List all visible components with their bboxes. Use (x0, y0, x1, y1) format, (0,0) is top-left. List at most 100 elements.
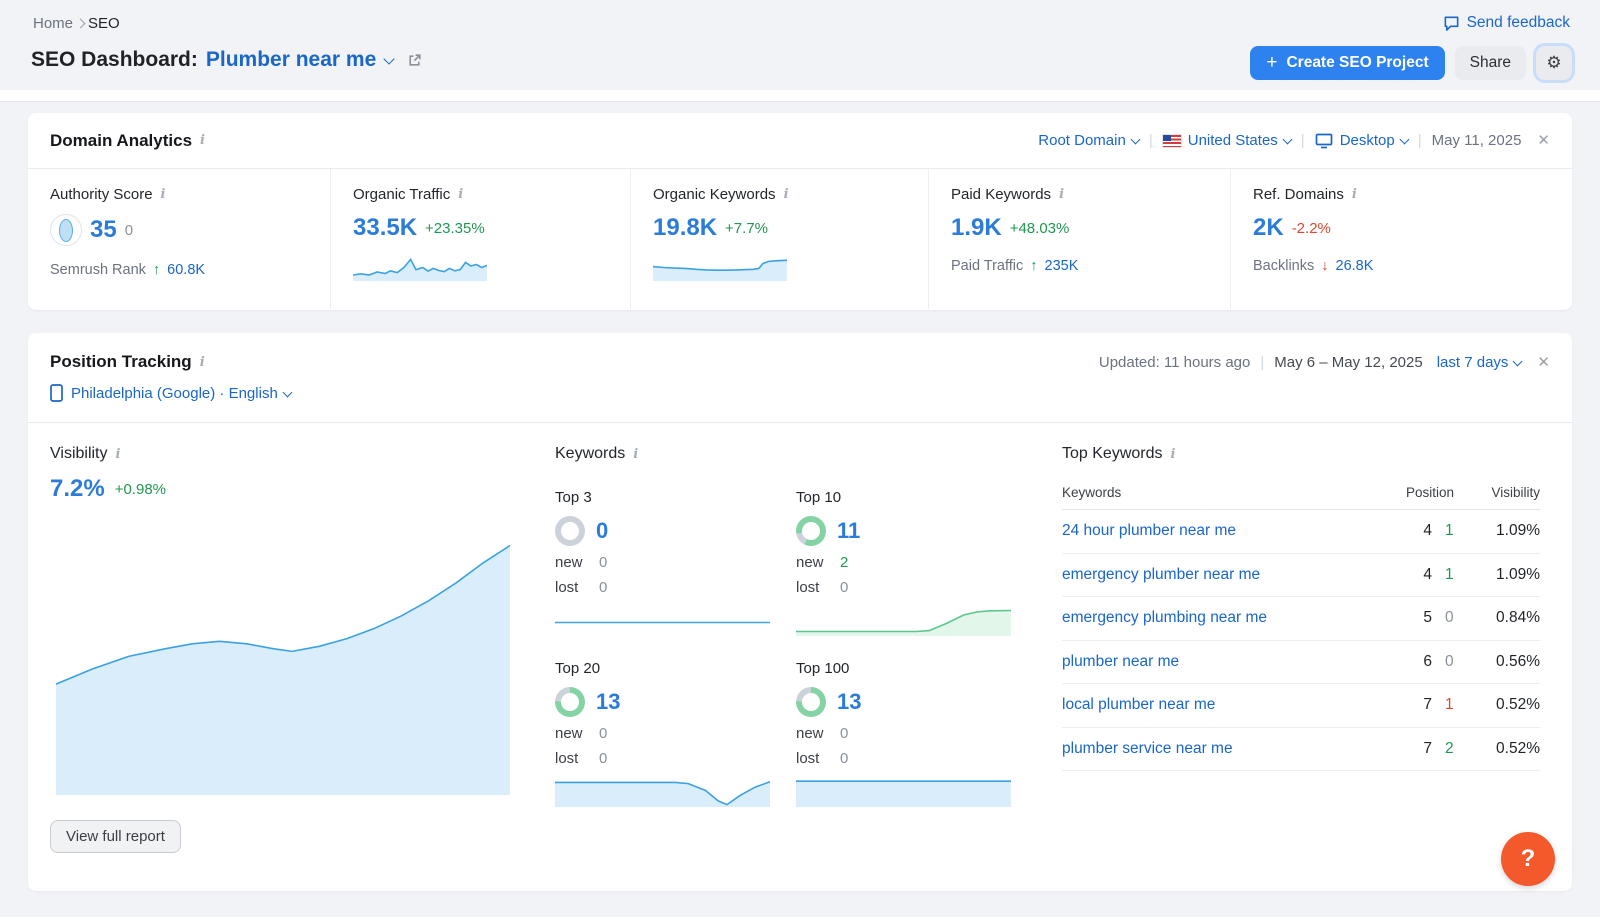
info-icon[interactable] (161, 187, 166, 202)
position-tracking-title: Position Tracking (50, 352, 192, 372)
breadcrumb-home[interactable]: Home (33, 15, 73, 32)
keyword-link[interactable]: emergency plumbing near me (1062, 609, 1380, 627)
footer-label: Paid Traffic (951, 258, 1023, 274)
organic-traffic-sparkline (353, 251, 487, 281)
top100-donut-icon (796, 687, 826, 717)
view-full-report-button[interactable]: View full report (50, 820, 181, 853)
metric-value[interactable]: 1.9K (951, 214, 1002, 242)
position-value: 5 (1380, 609, 1432, 627)
keyword-link[interactable]: 24 hour plumber near me (1062, 522, 1380, 540)
report-date: May 11, 2025 (1432, 132, 1522, 149)
metric-value[interactable]: 19.8K (653, 214, 717, 242)
help-button[interactable]: ? (1501, 832, 1555, 886)
info-icon[interactable] (200, 355, 205, 370)
lost-label: lost (555, 579, 585, 596)
root-domain-dropdown[interactable]: Root Domain (1038, 132, 1139, 149)
metric-value[interactable]: 2K (1253, 214, 1284, 242)
feedback-bubble-icon (1443, 15, 1460, 32)
position-tracking-card: Position Tracking Updated: 11 hours ago … (28, 333, 1572, 891)
domain-analytics-card: Domain Analytics Root Domain | United St… (28, 113, 1572, 310)
position-diff: 2 (1432, 740, 1466, 758)
position-diff: 1 (1432, 696, 1466, 714)
top10-label: Top 10 (796, 489, 1011, 506)
create-seo-project-label: Create SEO Project (1286, 54, 1428, 72)
new-label: new (796, 725, 826, 742)
metric-organic-keywords: Organic Keywords 19.8K +7.7% (631, 169, 929, 309)
footer-label: Semrush Rank (50, 262, 146, 278)
metric-authority-score: Authority Score 35 0 Semrush Rank ↑ 60.8… (28, 169, 331, 309)
chevron-down-icon (282, 387, 292, 397)
keyword-link[interactable]: local plumber near me (1062, 696, 1380, 714)
new-value: 0 (599, 725, 607, 742)
top10-sparkline (796, 606, 1011, 636)
visibility-value: 7.2% (50, 475, 105, 503)
authority-gauge-icon (50, 214, 82, 246)
share-button[interactable]: Share (1455, 46, 1526, 80)
range-dropdown[interactable]: last 7 days (1437, 354, 1522, 371)
info-icon[interactable] (1352, 187, 1357, 202)
top10-count[interactable]: 11 (837, 518, 860, 544)
location-dropdown[interactable]: Philadelphia (Google) · English (50, 384, 1550, 402)
keyword-link[interactable]: emergency plumber near me (1062, 566, 1380, 584)
visibility-label: Visibility (50, 445, 108, 463)
visibility-section: Visibility 7.2% +0.98% (50, 445, 540, 503)
device-dropdown[interactable]: Desktop (1315, 132, 1408, 149)
position-value: 4 (1380, 566, 1432, 584)
info-icon[interactable] (633, 447, 638, 462)
semrush-rank-link[interactable]: 60.8K (167, 262, 205, 278)
info-icon[interactable] (458, 187, 463, 202)
metric-delta: +48.03% (1010, 220, 1070, 237)
top100-count[interactable]: 13 (837, 689, 861, 715)
visibility-value: 0.56% (1466, 653, 1540, 671)
col-position: Position (1380, 485, 1466, 500)
seo-dashboard-page: Home SEO Send feedback SEO Dashboard: Pl… (0, 0, 1600, 917)
metric-delta: +23.35% (425, 220, 485, 237)
top20-donut-icon (555, 687, 585, 717)
keywords-top10-box: Top 10 11 new2 lost0 (796, 489, 1011, 636)
info-icon[interactable] (1171, 447, 1176, 462)
visibility-value: 0.84% (1466, 609, 1540, 627)
new-value: 2 (840, 554, 848, 571)
visibility-value: 0.52% (1466, 740, 1540, 758)
new-label: new (796, 554, 826, 571)
info-icon[interactable] (1059, 187, 1064, 202)
metric-delta: +7.7% (725, 220, 768, 237)
info-icon[interactable] (116, 447, 121, 462)
divider: | (1139, 132, 1163, 149)
send-feedback-link[interactable]: Send feedback (1443, 14, 1570, 32)
domain-analytics-controls: Root Domain | United States | Desktop | … (1038, 132, 1550, 149)
position-diff: 0 (1432, 653, 1466, 671)
close-icon[interactable] (1537, 355, 1550, 370)
create-seo-project-button[interactable]: Create SEO Project (1250, 46, 1444, 80)
breadcrumb: Home SEO (33, 15, 120, 32)
info-icon[interactable] (784, 187, 789, 202)
paid-traffic-link[interactable]: 235K (1045, 258, 1079, 274)
page-title-prefix: SEO Dashboard: (31, 48, 198, 72)
settings-button[interactable]: ⚙ (1536, 46, 1572, 80)
metric-label: Organic Traffic (353, 186, 450, 203)
metric-delta: -2.2% (1292, 220, 1331, 237)
close-icon[interactable] (1537, 133, 1550, 148)
country-dropdown[interactable]: United States (1163, 132, 1291, 149)
device-location-icon (50, 384, 63, 402)
top100-label: Top 100 (796, 660, 1011, 677)
keyword-link[interactable]: plumber service near me (1062, 740, 1380, 758)
keyword-link[interactable]: plumber near me (1062, 653, 1380, 671)
project-selector[interactable]: Plumber near me (206, 48, 376, 72)
metric-value[interactable]: 35 (90, 216, 117, 244)
table-header: Keywords Position Visibility (1062, 485, 1540, 510)
top3-count[interactable]: 0 (596, 518, 608, 544)
visibility-value: 1.09% (1466, 566, 1540, 584)
trend-arrow-icon: ↓ (1321, 258, 1328, 274)
external-link-icon[interactable] (407, 53, 422, 68)
keywords-top20-box: Top 20 13 new0 lost0 (555, 660, 770, 807)
metric-value[interactable]: 33.5K (353, 214, 417, 242)
desktop-icon (1315, 133, 1333, 149)
info-icon[interactable] (200, 133, 205, 148)
backlinks-link[interactable]: 26.8K (1336, 258, 1374, 274)
visibility-value: 1.09% (1466, 522, 1540, 540)
chevron-down-icon[interactable] (384, 53, 395, 64)
top20-count[interactable]: 13 (596, 689, 620, 715)
position-diff: 1 (1432, 566, 1466, 584)
position-tracking-header: Position Tracking Updated: 11 hours ago … (28, 333, 1572, 423)
